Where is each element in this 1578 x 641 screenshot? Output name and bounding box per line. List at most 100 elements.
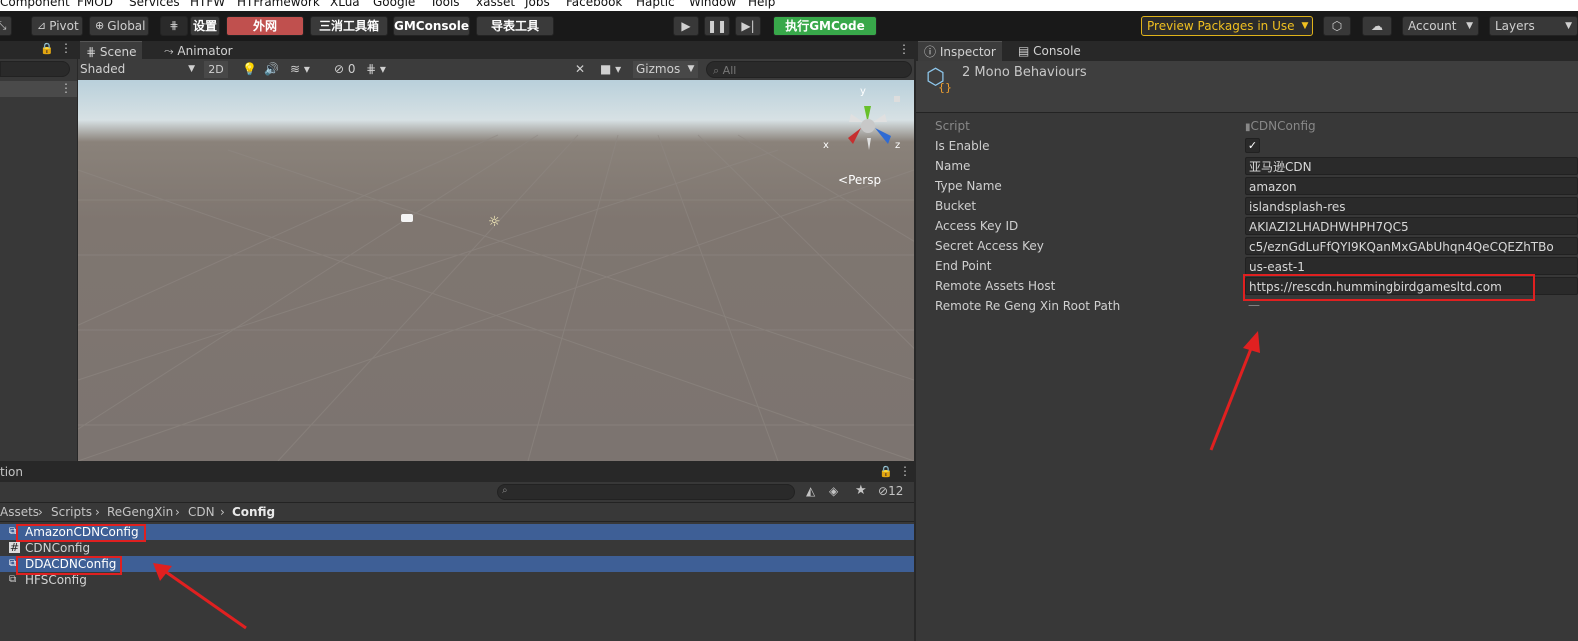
- global-label: Global: [107, 19, 146, 33]
- field-label-bucket: Bucket: [935, 199, 977, 213]
- camera-gizmo-icon[interactable]: [401, 214, 413, 222]
- breadcrumb-cdn[interactable]: CDN: [188, 505, 215, 519]
- settings-button[interactable]: 设置: [190, 16, 220, 36]
- favorite-star-icon[interactable]: ★: [855, 483, 867, 498]
- field-input-bucket[interactable]: islandsplash-res: [1245, 197, 1578, 215]
- list-item-cdnconfig[interactable]: # CDNConfig: [0, 540, 914, 556]
- menu-window[interactable]: Window: [689, 0, 736, 9]
- menu-xlua[interactable]: XLua: [330, 0, 360, 9]
- field-label-type-name: Type Name: [935, 179, 1002, 193]
- field-input-end-point[interactable]: us-east-1: [1245, 257, 1578, 275]
- tab-animator[interactable]: ⤳ Animator: [158, 41, 239, 61]
- account-dropdown[interactable]: Account ▼: [1402, 16, 1479, 36]
- grid-snap-button[interactable]: ⋕: [160, 16, 188, 36]
- scene-search-input[interactable]: ⌕ All: [706, 61, 912, 78]
- menu-component[interactable]: Component: [0, 0, 70, 9]
- menu-haptic[interactable]: Haptic: [636, 0, 675, 9]
- search-icon: ⌕: [502, 485, 508, 496]
- field-input-type-name[interactable]: amazon: [1245, 177, 1578, 195]
- 2d-toggle[interactable]: 2D: [204, 61, 228, 78]
- preview-packages-button[interactable]: Preview Packages in Use ▼: [1141, 16, 1313, 36]
- project-search-input[interactable]: ⌕: [497, 484, 795, 500]
- tools-toggle[interactable]: ✕: [575, 61, 585, 78]
- gmconsole-button[interactable]: GMConsole: [393, 16, 470, 36]
- scene-tabbar: ⋕ Scene ⤳ Animator ⋮: [78, 41, 914, 61]
- exec-gmcode-button[interactable]: 执行GMCode: [773, 16, 877, 36]
- hidden-objects-toggle[interactable]: ⊘ 0: [334, 61, 356, 78]
- list-item-hfsconfig[interactable]: ⧉ HFSConfig: [0, 572, 914, 588]
- grid-toggle[interactable]: ⋕ ▾: [366, 61, 386, 78]
- camera-icon: ■ ▾: [600, 62, 622, 76]
- highlight-box-remote-host: [1243, 274, 1535, 301]
- tab-scene-label: Scene: [99, 45, 137, 59]
- cloud-icon: ☁: [1371, 19, 1383, 33]
- camera-dropdown[interactable]: ■ ▾: [600, 61, 621, 78]
- light-gizmo-icon[interactable]: ☼: [488, 214, 501, 230]
- tab-console[interactable]: ▤ Console: [1012, 41, 1087, 61]
- more-menu-icon[interactable]: ⋮: [898, 42, 910, 56]
- field-input-secret-access-key[interactable]: c5/eznGdLuFfQYI9KQanMxGAbUhqn4QeCQEZhTBo: [1245, 237, 1578, 255]
- menu-help[interactable]: Help: [748, 0, 775, 9]
- hidden-packages-toggle[interactable]: ⊘12: [878, 484, 903, 498]
- field-label-end-point: End Point: [935, 259, 992, 273]
- pivot-toggle[interactable]: ⊿ Pivot: [31, 16, 83, 36]
- effects-dropdown[interactable]: ≋ ▾: [290, 61, 310, 78]
- menu-google[interactable]: Google: [373, 0, 415, 9]
- table-tools-button[interactable]: 导表工具: [476, 16, 554, 36]
- breadcrumb-assets[interactable]: Assets: [0, 505, 39, 519]
- hierarchy-search-input[interactable]: [0, 61, 70, 77]
- lock-icon[interactable]: 🔒: [40, 42, 54, 55]
- persp-toggle[interactable]: <Persp: [838, 173, 881, 187]
- play-button[interactable]: ▶: [673, 16, 699, 36]
- menu-htfw[interactable]: HTFW: [190, 0, 225, 9]
- field-input-name[interactable]: 亚马逊CDN: [1245, 157, 1578, 175]
- shading-mode-dropdown[interactable]: Shaded ▼: [80, 61, 197, 78]
- lock-icon[interactable]: 🔒: [879, 465, 893, 478]
- menu-xasset[interactable]: xasset: [476, 0, 515, 9]
- tab-scene[interactable]: ⋕ Scene: [80, 41, 143, 61]
- gizmos-arrow[interactable]: ▼: [683, 61, 699, 78]
- breadcrumb-config[interactable]: Config: [232, 505, 275, 519]
- menu-services[interactable]: Services: [129, 0, 180, 9]
- more-menu-icon[interactable]: ⋮: [899, 464, 911, 478]
- orientation-gizmo[interactable]: y x z: [823, 86, 903, 158]
- menu-tools[interactable]: Tools: [430, 0, 460, 9]
- search-icon: ⌕: [713, 64, 723, 77]
- filter-by-label-icon[interactable]: ◈: [829, 484, 838, 498]
- menu-htframework[interactable]: HTFramework: [237, 0, 320, 9]
- field-label-access-key-id: Access Key ID: [935, 219, 1019, 233]
- more-menu-icon[interactable]: ⋮: [60, 81, 72, 95]
- console-icon: ▤: [1018, 44, 1034, 58]
- field-label-is-enable: Is Enable: [935, 139, 990, 153]
- gizmo-lock-square[interactable]: [894, 96, 900, 102]
- lighting-toggle[interactable]: 💡: [242, 61, 257, 78]
- filter-by-type-icon[interactable]: ◭: [806, 484, 815, 498]
- project-tab-label[interactable]: tion: [0, 465, 23, 479]
- hierarchy-scene-row[interactable]: ⋮: [0, 81, 77, 97]
- breadcrumb-regengxin[interactable]: ReGengXin: [107, 505, 173, 519]
- breadcrumb-scripts[interactable]: Scripts: [51, 505, 92, 519]
- scene-viewport[interactable]: ☼ y x z <Persp: [78, 80, 914, 461]
- collab-button[interactable]: ⬡: [1323, 16, 1351, 36]
- menu-facebook[interactable]: Facebook: [566, 0, 622, 9]
- transform-tool-button[interactable]: ⤡: [0, 16, 12, 36]
- field-input-access-key-id[interactable]: AKIAZI2LHADHWHPH7QC5: [1245, 217, 1578, 235]
- is-enable-checkbox[interactable]: ✓: [1245, 138, 1260, 153]
- step-button[interactable]: ▶|: [735, 16, 761, 36]
- chevron-right-icon: ›: [220, 505, 225, 519]
- more-menu-icon[interactable]: ⋮: [60, 41, 72, 55]
- tools-icon: ✕: [575, 62, 586, 76]
- pause-button[interactable]: ❚❚: [704, 16, 730, 36]
- list-item-ddacdnconfig[interactable]: ⧉ DDACDNConfig: [0, 556, 914, 572]
- menu-jobs[interactable]: Jobs: [525, 0, 550, 9]
- cloud-button[interactable]: ☁: [1362, 16, 1392, 36]
- pivot-icon: ⊿: [37, 19, 47, 32]
- global-toggle[interactable]: ⊕ Global: [89, 16, 149, 36]
- external-net-button[interactable]: 外网: [226, 16, 304, 36]
- layers-dropdown[interactable]: Layers ▼: [1489, 16, 1578, 36]
- collab-icon: ⬡: [1331, 19, 1343, 33]
- match3-tools-button[interactable]: 三消工具箱: [310, 16, 388, 36]
- audio-toggle[interactable]: 🔊: [264, 61, 279, 78]
- tab-inspector[interactable]: ⓘ Inspector: [918, 41, 1002, 61]
- menu-fmod[interactable]: FMOD: [77, 0, 113, 9]
